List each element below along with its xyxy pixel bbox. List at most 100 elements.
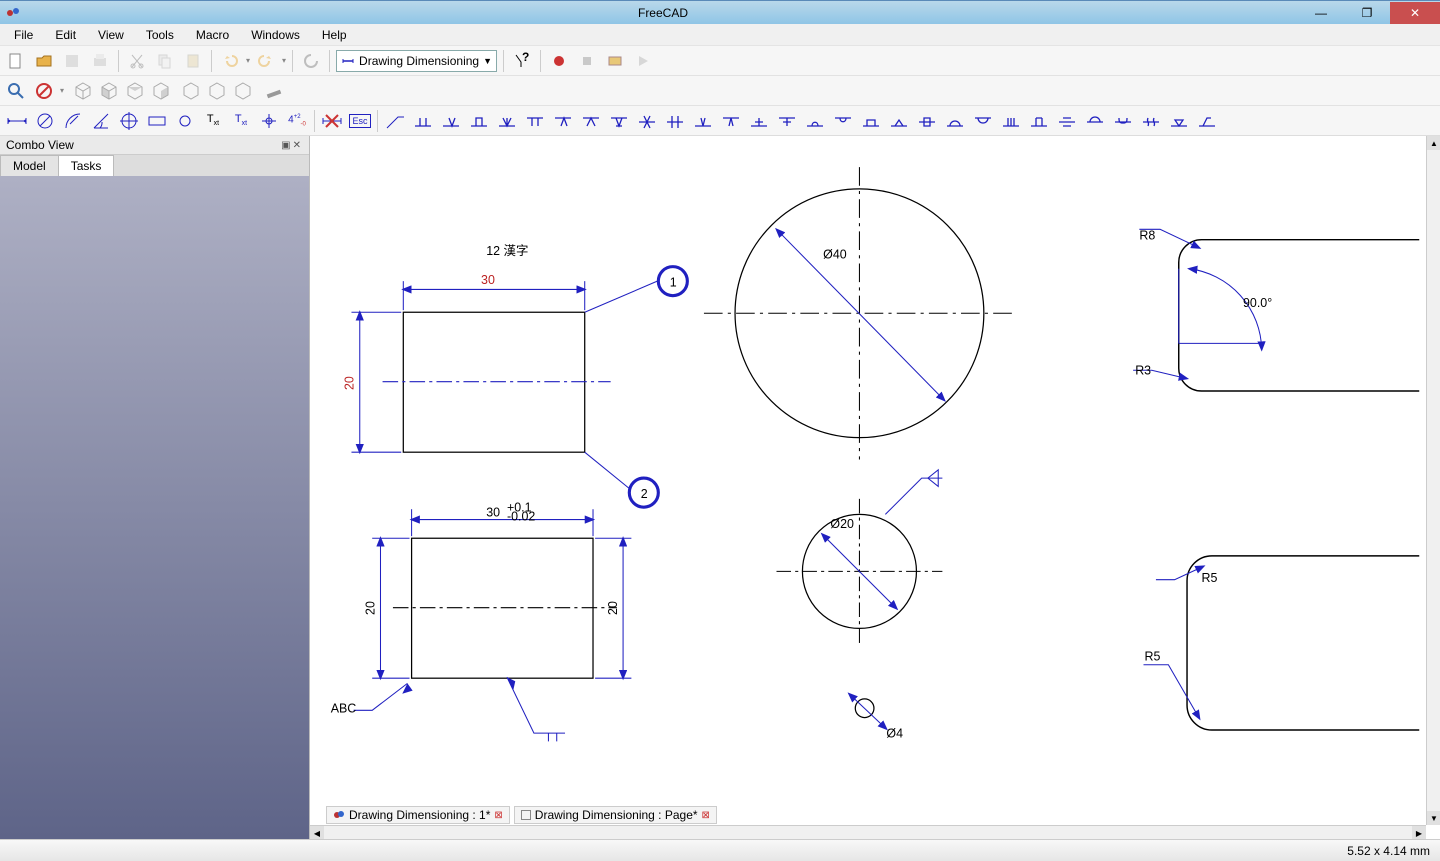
zoom-icon[interactable] (4, 79, 28, 103)
print-icon[interactable] (88, 49, 112, 73)
weld-symbol-15-icon[interactable] (830, 108, 856, 134)
view-bottom-icon[interactable] (206, 80, 228, 102)
weld-symbol-26-icon[interactable] (1138, 108, 1164, 134)
minimize-button[interactable]: — (1298, 2, 1344, 24)
weld-symbol-25-icon[interactable] (1110, 108, 1136, 134)
combo-view-undock[interactable]: ▣ (281, 140, 292, 151)
weld-symbol-1-icon[interactable] (438, 108, 464, 134)
weld-symbol-13-icon[interactable] (774, 108, 800, 134)
weld-symbol-20-icon[interactable] (970, 108, 996, 134)
close-button[interactable]: ✕ (1390, 2, 1440, 24)
refresh-icon[interactable] (299, 49, 323, 73)
menu-edit[interactable]: Edit (45, 26, 86, 44)
linear-dim-icon[interactable] (4, 108, 30, 134)
weld-leader-icon[interactable] (382, 108, 408, 134)
weld-symbol-24-icon[interactable] (1082, 108, 1108, 134)
tolerance-icon[interactable] (256, 108, 282, 134)
doc-tab-1[interactable]: Drawing Dimensioning : 1* ⊠ (326, 806, 510, 824)
view-front-icon[interactable] (98, 80, 120, 102)
weld-symbol-21-icon[interactable] (998, 108, 1024, 134)
weld-symbol-0-icon[interactable] (410, 108, 436, 134)
dim-r3: R3 (1135, 363, 1151, 377)
radius-dim-icon[interactable] (60, 108, 86, 134)
balloon-2: 2 (641, 487, 648, 501)
center-circle-icon[interactable] (172, 108, 198, 134)
menu-tools[interactable]: Tools (136, 26, 184, 44)
tol-edit-icon[interactable]: 4+2-0 (284, 108, 310, 134)
doc-tab-2-label: Drawing Dimensioning : Page* (535, 808, 698, 822)
weld-symbol-28-icon[interactable] (1194, 108, 1220, 134)
weld-symbol-17-icon[interactable] (886, 108, 912, 134)
note-balloon-icon[interactable] (144, 108, 170, 134)
record-macro-icon[interactable] (547, 49, 571, 73)
horizontal-scrollbar[interactable]: ◀▶ (310, 825, 1426, 839)
view-right-icon[interactable] (150, 80, 172, 102)
weld-symbol-11-icon[interactable] (718, 108, 744, 134)
copy-icon[interactable] (153, 49, 177, 73)
undo-icon[interactable] (218, 49, 242, 73)
balloon-1: 1 (670, 275, 677, 289)
weld-symbols-group (410, 108, 1220, 134)
menu-windows[interactable]: Windows (241, 26, 310, 44)
weld-symbol-23-icon[interactable] (1054, 108, 1080, 134)
view-iso-icon[interactable] (72, 80, 94, 102)
doc-tab-1-close[interactable]: ⊠ (494, 810, 502, 821)
escape-icon[interactable]: Esc (347, 108, 373, 134)
weld-symbol-5-icon[interactable] (550, 108, 576, 134)
weld-symbol-27-icon[interactable] (1166, 108, 1192, 134)
center-mark-icon[interactable] (116, 108, 142, 134)
tab-model[interactable]: Model (0, 155, 59, 176)
doc-tab-2[interactable]: Drawing Dimensioning : Page* ⊠ (514, 806, 717, 824)
weld-symbol-22-icon[interactable] (1026, 108, 1052, 134)
menu-file[interactable]: File (4, 26, 43, 44)
weld-symbol-4-icon[interactable] (522, 108, 548, 134)
measure-icon[interactable] (262, 79, 286, 103)
angle-dim-icon[interactable] (88, 108, 114, 134)
weld-symbol-7-icon[interactable] (606, 108, 632, 134)
circular-dim-icon[interactable] (32, 108, 58, 134)
weld-symbol-9-icon[interactable] (662, 108, 688, 134)
dim-dia4: Ø4 (886, 726, 903, 740)
new-icon[interactable] (4, 49, 28, 73)
menu-view[interactable]: View (88, 26, 134, 44)
weld-symbol-12-icon[interactable] (746, 108, 772, 134)
weld-symbol-8-icon[interactable] (634, 108, 660, 134)
view-left-icon[interactable] (232, 80, 254, 102)
execute-macro-icon[interactable] (631, 49, 655, 73)
stop-macro-icon[interactable] (575, 49, 599, 73)
text-icon[interactable]: Txt (200, 108, 226, 134)
drawing-canvas[interactable]: 12 漢字 30 20 1 2 (310, 136, 1440, 839)
combo-view-title: Combo View (6, 138, 281, 152)
delete-dim-icon[interactable] (319, 108, 345, 134)
weld-symbol-16-icon[interactable] (858, 108, 884, 134)
maximize-button[interactable]: ❐ (1344, 2, 1390, 24)
redo-icon[interactable] (254, 49, 278, 73)
dim-30: 30 (481, 273, 495, 287)
weld-symbol-6-icon[interactable] (578, 108, 604, 134)
menu-help[interactable]: Help (312, 26, 357, 44)
view-top-icon[interactable] (124, 80, 146, 102)
weld-symbol-18-icon[interactable] (914, 108, 940, 134)
dim-dia40: Ø40 (823, 247, 847, 261)
combo-view-close[interactable]: ✕ (293, 140, 303, 151)
paste-icon[interactable] (181, 49, 205, 73)
open-icon[interactable] (32, 49, 56, 73)
menu-macro[interactable]: Macro (186, 26, 239, 44)
doc-tab-2-close[interactable]: ⊠ (702, 810, 710, 821)
vertical-scrollbar[interactable]: ▲▼ (1426, 136, 1440, 825)
tab-tasks[interactable]: Tasks (58, 155, 115, 176)
whats-this-icon[interactable]: ? (510, 49, 534, 73)
view-rear-icon[interactable] (180, 80, 202, 102)
weld-symbol-10-icon[interactable] (690, 108, 716, 134)
weld-symbol-3-icon[interactable] (494, 108, 520, 134)
save-icon[interactable] (60, 49, 84, 73)
no-draw-style-icon[interactable] (32, 79, 56, 103)
macros-icon[interactable] (603, 49, 627, 73)
weld-symbol-19-icon[interactable] (942, 108, 968, 134)
workbench-selector[interactable]: Drawing Dimensioning ▼ (336, 50, 497, 72)
document-tabs: Drawing Dimensioning : 1* ⊠ Drawing Dime… (326, 805, 717, 825)
cut-icon[interactable] (125, 49, 149, 73)
weld-symbol-2-icon[interactable] (466, 108, 492, 134)
weld-symbol-14-icon[interactable] (802, 108, 828, 134)
text-edit-icon[interactable]: Txt (228, 108, 254, 134)
